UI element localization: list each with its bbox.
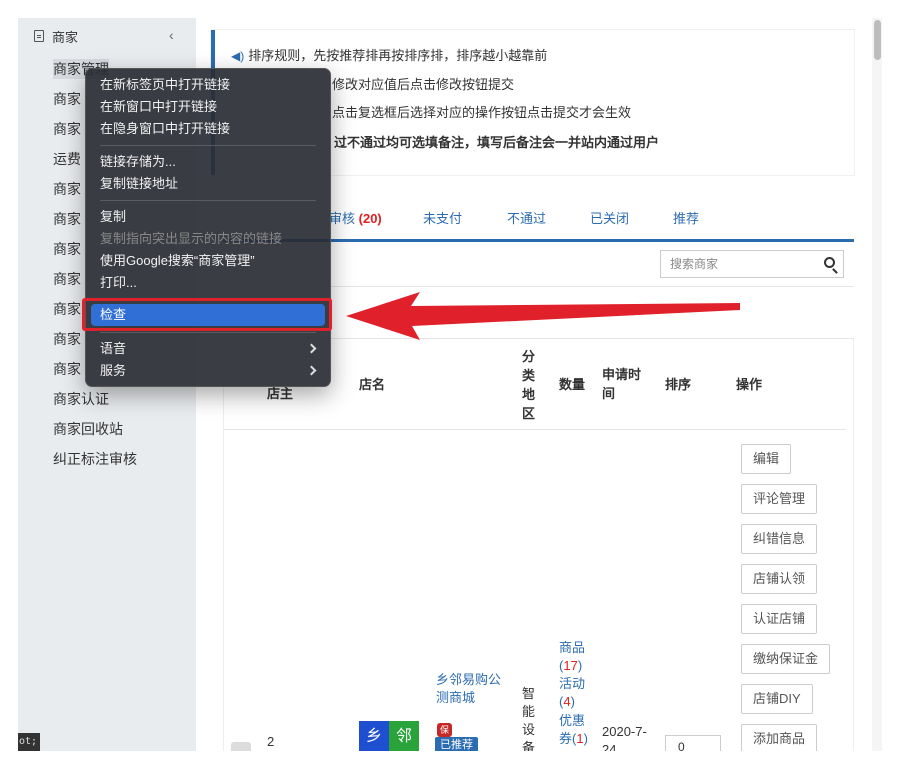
shop-name-link[interactable]: 乡邻易购公 测商城 (436, 671, 501, 707)
sidebar-item-label: 商家认证 (53, 391, 109, 407)
deposit-badge: 保 (437, 723, 452, 737)
menu-item-open-new-tab[interactable]: 在新标签页中打开链接 (91, 74, 325, 96)
tab-review[interactable]: 审核 (20) (329, 208, 382, 227)
chevron-left-icon[interactable]: ‹ (169, 27, 174, 43)
chevron-right-icon (306, 365, 317, 376)
annotation-highlight-box (82, 298, 332, 331)
merchant-table: 店主 店名 分 类 地 区 数量 申请时 间 排序 操作 编辑 评论管理 纠错信… (223, 338, 854, 751)
column-header-operations: 操作 (736, 377, 763, 392)
sidebar-item-label: 商家 (53, 121, 81, 137)
category-cell: 智 能 设 备 (522, 686, 536, 751)
search-icon[interactable] (824, 257, 835, 268)
column-header-sort: 排序 (665, 377, 692, 392)
sidebar-item-label: 商家 (53, 241, 81, 257)
tab-closed[interactable]: 已关闭 (590, 208, 629, 227)
menu-separator (100, 200, 316, 201)
tab-rejected[interactable]: 不通过 (507, 208, 546, 227)
header-divider (224, 429, 846, 430)
apply-time-cell: 2020-7- 24 (602, 724, 647, 751)
menu-item-copy-link-address[interactable]: 复制链接地址 (91, 173, 325, 195)
sidebar-item-merchant-recycle-bin[interactable]: 商家回收站 (18, 414, 196, 444)
menu-item-copy-link-to-highlight: 复制指向突出显示的内容的链接 (100, 231, 283, 246)
scrollbar-thumb[interactable] (874, 20, 881, 60)
sidebar-item-correction-review[interactable]: 纠正标注审核 (18, 444, 196, 474)
sidebar-item-label: 商家 (53, 301, 81, 317)
notice-line: 过不通过均可选填备注，填写后备注会一并站内通过用户 (334, 135, 660, 150)
store-diy-button[interactable]: 店铺DIY (741, 684, 813, 714)
merchant-search (660, 250, 844, 278)
sidebar-item-label: 商家 (53, 361, 81, 377)
column-header-category: 分 类 地 区 (522, 349, 536, 421)
menu-separator (100, 332, 316, 333)
shop-logo: 乡 (359, 721, 389, 751)
shop-logo: 邻 (389, 721, 419, 751)
sidebar-item-label: 商家 (53, 271, 81, 287)
row-id: 2 (267, 734, 275, 749)
sidebar-item-merchant-certification[interactable]: 商家认证 (18, 384, 196, 414)
menu-item-google-search[interactable]: 使用Google搜索“商家管理” (91, 250, 325, 272)
status-tooltip-fragment: ot; (18, 733, 40, 751)
column-header-quantity: 数量 (559, 377, 586, 392)
tab-recommended[interactable]: 推荐 (673, 208, 699, 227)
sidebar-title: 商家 (52, 29, 79, 45)
column-header-apply-time: 申请时 间 (602, 367, 642, 401)
pay-deposit-button[interactable]: 缴纳保证金 (741, 644, 831, 674)
sidebar-header[interactable]: 商家 ‹ (18, 18, 196, 54)
sidebar-item-label: 纠正标注审核 (53, 451, 137, 467)
menu-item-services[interactable]: 服务 (91, 360, 325, 382)
correction-info-button[interactable]: 纠错信息 (741, 524, 818, 554)
goods-count-link[interactable]: 商品 (17) (559, 639, 585, 675)
menu-item-open-new-window[interactable]: 在新窗口中打开链接 (91, 96, 325, 118)
search-input[interactable] (661, 251, 811, 277)
coupon-count-link[interactable]: 优惠 券(1) (559, 712, 588, 748)
notice-line: ◀) 排序规则，先按推荐排再按排序排，排序越小越靠前 (231, 48, 548, 63)
sidebar-item-label: 商家 (53, 91, 81, 107)
context-menu: 在新标签页中打开链接 在新窗口中打开链接 在隐身窗口中打开链接 链接存储为...… (85, 68, 331, 387)
speaker-icon: ◀) (231, 49, 245, 63)
column-header-shop-name: 店名 (359, 377, 386, 392)
certify-store-button[interactable]: 认证店铺 (741, 604, 818, 634)
menu-separator (100, 145, 316, 146)
edit-button[interactable]: 编辑 (741, 444, 792, 474)
menu-item-save-link-as[interactable]: 链接存储为... (91, 151, 325, 173)
chevron-right-icon (306, 343, 317, 354)
sort-order-input[interactable]: 0 (665, 735, 721, 751)
sidebar-item-label: 商家 (53, 331, 81, 347)
tab-count-badge: (20) (358, 211, 382, 226)
notice-line: 修改对应值后点击修改按钮提交 (332, 77, 515, 92)
menu-item-copy[interactable]: 复制 (91, 206, 325, 228)
sidebar-item-label: 商家 (53, 211, 81, 227)
vertical-scrollbar[interactable] (872, 18, 882, 751)
sidebar-item-label: 运费 (53, 151, 81, 167)
menu-item-open-incognito[interactable]: 在隐身窗口中打开链接 (91, 118, 325, 140)
notice-line: 点击复选框后选择对应的操作按钮点击提交才会生效 (332, 105, 632, 120)
document-icon (34, 30, 44, 42)
row-checkbox[interactable] (231, 742, 251, 751)
recommended-badge: 已推荐 (435, 737, 478, 751)
add-product-button[interactable]: 添加商品 (741, 724, 818, 751)
sidebar-item-label: 商家回收站 (53, 421, 123, 437)
menu-item-print[interactable]: 打印... (91, 272, 325, 294)
claim-store-button[interactable]: 店铺认领 (741, 564, 818, 594)
menu-item-speech[interactable]: 语音 (91, 338, 325, 360)
activity-count-link[interactable]: 活动 (4) (559, 675, 585, 711)
sidebar-item-label: 商家 (53, 181, 81, 197)
tab-unpaid[interactable]: 未支付 (423, 208, 462, 227)
comment-management-button[interactable]: 评论管理 (741, 484, 818, 514)
